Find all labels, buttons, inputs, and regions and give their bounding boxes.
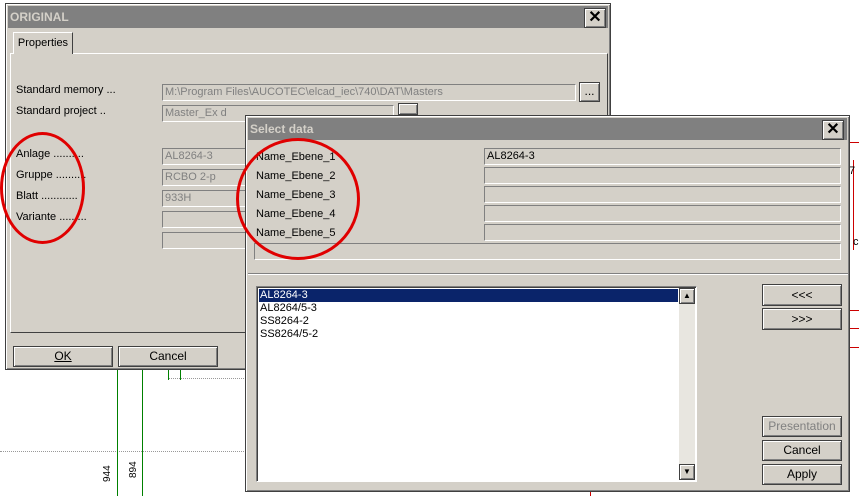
row-field-5[interactable] bbox=[484, 224, 841, 241]
standard-project-label: Standard project .. bbox=[16, 105, 106, 117]
select-cancel-button[interactable]: Cancel bbox=[762, 440, 842, 461]
cancel-label: Cancel bbox=[149, 349, 187, 363]
original-titlebar[interactable]: ORIGINAL bbox=[8, 6, 608, 28]
list-items: AL8264-3 AL8264/5-3 SS8264-2 SS8264/5-2 bbox=[259, 289, 678, 341]
project-browse-button[interactable] bbox=[398, 103, 418, 115]
scroll-up-button[interactable]: ▲ bbox=[679, 288, 695, 304]
scroll-down-button[interactable]: ▼ bbox=[679, 464, 695, 480]
data-listbox[interactable]: AL8264-3 AL8264/5-3 SS8264-2 SS8264/5-2 ▲ ▼ bbox=[256, 286, 697, 482]
next-label: >>> bbox=[791, 312, 813, 326]
listbox-scrollbar[interactable]: ▲ ▼ bbox=[679, 288, 695, 480]
row-field-3[interactable] bbox=[484, 186, 841, 203]
standard-memory-field[interactable]: M:\Program Files\AUCOTEC\elcad_iec\740\D… bbox=[162, 84, 576, 101]
drawing-label-944: 944 bbox=[102, 465, 113, 482]
apply-button[interactable]: Apply bbox=[762, 464, 842, 485]
select-data-close-button[interactable]: ✕ bbox=[822, 120, 844, 140]
browse-label: ... bbox=[584, 84, 595, 98]
row-field-4[interactable] bbox=[484, 205, 841, 222]
apply-label: Apply bbox=[786, 467, 818, 481]
browse-button[interactable]: ... bbox=[579, 82, 600, 102]
select-data-title: Select data bbox=[250, 122, 314, 136]
select-cancel-label: Cancel bbox=[783, 443, 821, 457]
row-field-1[interactable]: AL8264-3 bbox=[484, 148, 841, 165]
prev-button[interactable]: <<< bbox=[762, 284, 842, 306]
drawing-grid-line bbox=[0, 451, 250, 452]
original-title: ORIGINAL bbox=[10, 10, 69, 24]
tab-properties-label: Properties bbox=[17, 37, 69, 49]
original-close-button[interactable]: ✕ bbox=[584, 8, 606, 28]
presentation-button[interactable]: Presentation bbox=[762, 416, 842, 437]
standard-memory-label: Standard memory ... bbox=[16, 84, 116, 96]
summary-field bbox=[254, 243, 841, 260]
drawing-label-894: 894 bbox=[128, 461, 139, 478]
drawing-wire bbox=[142, 370, 143, 496]
list-item[interactable]: AL8264-3 bbox=[259, 289, 678, 302]
list-item[interactable]: AL8264/5-3 bbox=[259, 302, 678, 315]
prev-label: <<< bbox=[791, 288, 813, 302]
ok-label: OK bbox=[54, 349, 72, 363]
drawing-wire bbox=[117, 370, 118, 496]
annotation-circle bbox=[236, 138, 360, 260]
cancel-button[interactable]: Cancel bbox=[118, 346, 218, 367]
tab-properties[interactable]: Properties bbox=[13, 32, 73, 54]
list-item[interactable]: SS8264/5-2 bbox=[259, 328, 678, 341]
annotation-circle bbox=[0, 132, 85, 244]
drawing-wire bbox=[180, 370, 181, 380]
list-item[interactable]: SS8264-2 bbox=[259, 315, 678, 328]
select-data-titlebar[interactable]: Select data bbox=[248, 118, 847, 140]
close-icon: ✕ bbox=[588, 9, 602, 26]
drawing-wire bbox=[168, 370, 169, 380]
close-icon: ✕ bbox=[826, 121, 840, 138]
ok-button[interactable]: OK bbox=[13, 346, 113, 367]
separator bbox=[248, 273, 848, 275]
row-field-2[interactable] bbox=[484, 167, 841, 184]
drawing-char: c bbox=[853, 236, 859, 248]
presentation-label: Presentation bbox=[768, 419, 836, 433]
next-button[interactable]: >>> bbox=[762, 308, 842, 330]
